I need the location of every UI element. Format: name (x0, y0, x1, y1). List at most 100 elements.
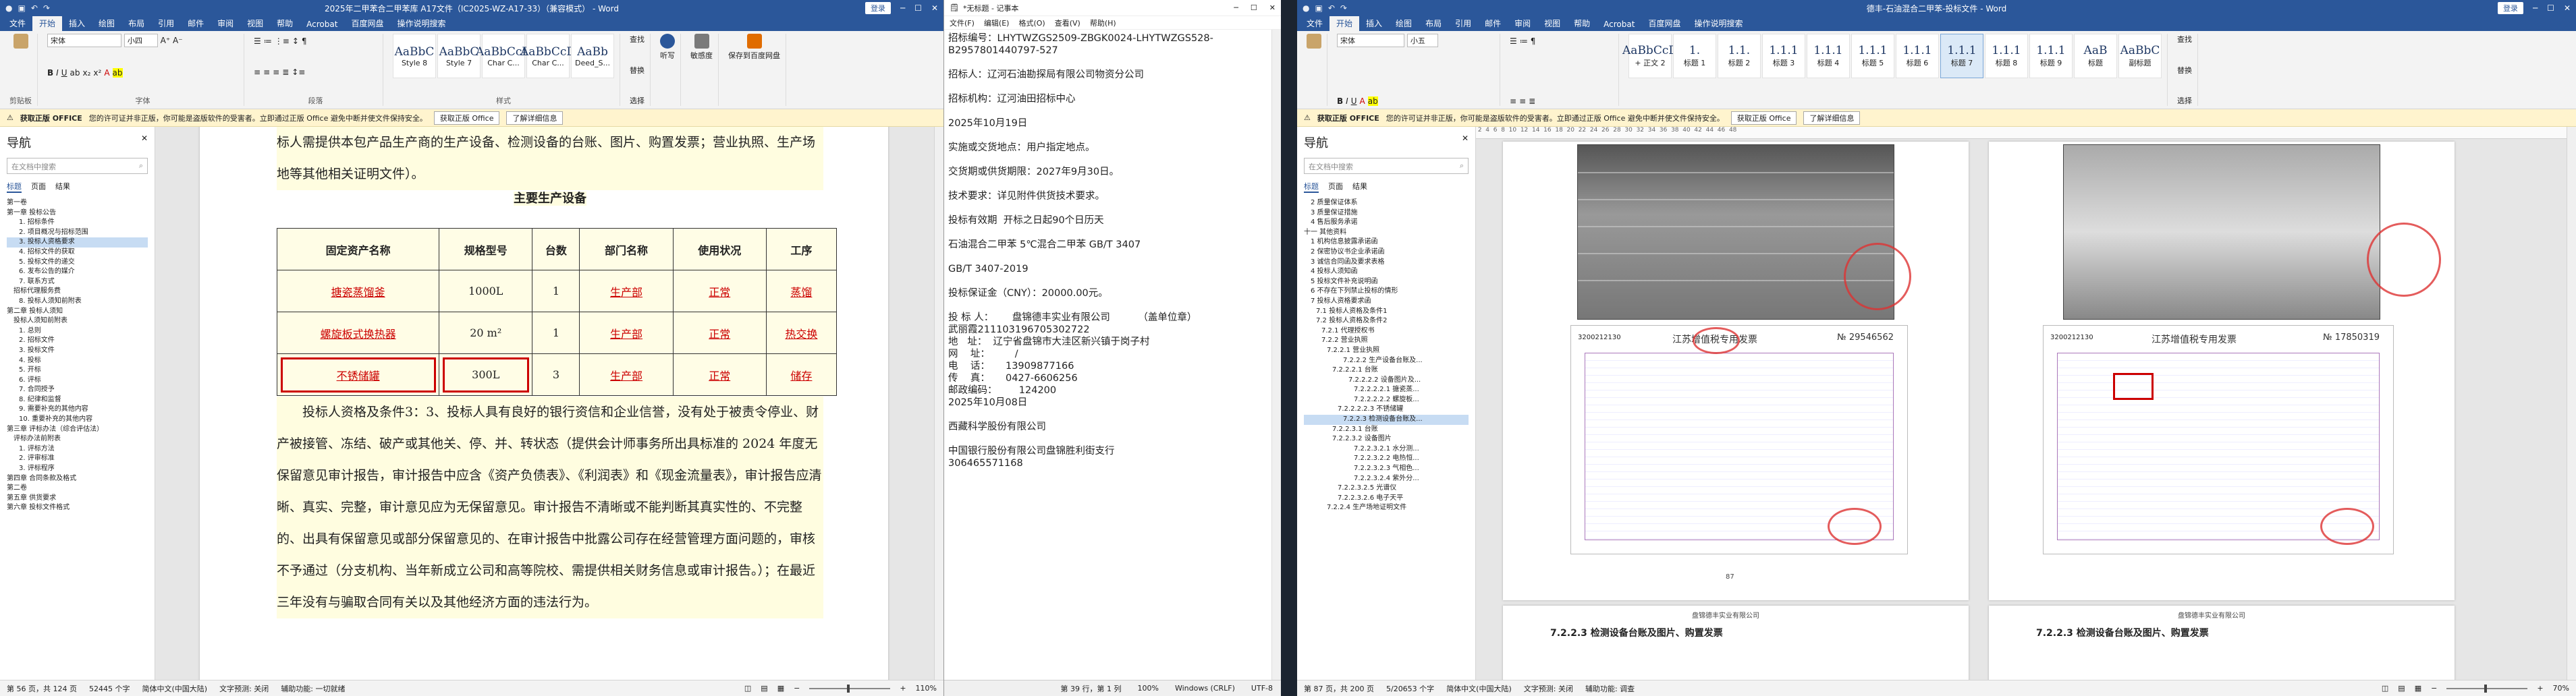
zoom-thumb[interactable] (847, 684, 850, 693)
bold-icon[interactable]: B (1337, 96, 1343, 106)
style-gallery-item[interactable]: 1.1.1 标题 3 (1762, 34, 1805, 78)
tab-1[interactable]: 开始 (1330, 16, 1360, 31)
language[interactable]: 简体中文(中国大陆) (142, 683, 207, 694)
tab-9[interactable]: 帮助 (270, 16, 300, 31)
align-left-icon[interactable]: ≡ (1510, 96, 1516, 106)
nav-heading-item[interactable]: 4. 招标文件的获取 (7, 248, 148, 258)
bullets-icon[interactable]: ☰ (1510, 36, 1517, 46)
style-gallery-item[interactable]: AaBbC Style 8 (393, 34, 436, 78)
maximize-icon[interactable]: ☐ (1251, 3, 1257, 12)
tab-11[interactable]: 百度网盘 (344, 16, 390, 31)
nav-heading-item[interactable]: 7.2.2.2.2.3 不锈储罐 (1304, 405, 1469, 415)
nav-heading-item[interactable]: 5. 开标 (7, 366, 148, 376)
align-left-icon[interactable]: ≡ (254, 67, 261, 77)
nav-heading-item[interactable]: 5. 投标文件的递交 (7, 258, 148, 268)
replace-button[interactable]: 替换 (630, 65, 645, 76)
menu-item-4[interactable]: 帮助(H) (1090, 18, 1116, 28)
zoom-out-icon[interactable]: − (794, 684, 800, 693)
nav-heading-item[interactable]: 第二卷 (7, 484, 148, 494)
word-count[interactable]: 52445 个字 (89, 683, 130, 694)
zoom-out-icon[interactable]: − (2431, 684, 2437, 693)
nav-heading-item[interactable]: 7.2.2.3.2.5 光谱仪 (1304, 484, 1469, 494)
minimize-icon[interactable]: ─ (2533, 3, 2538, 13)
bold-icon[interactable]: B (47, 68, 53, 78)
font-size-box[interactable]: 小五 (1406, 34, 1438, 47)
style-gallery-item[interactable]: AaB 标题 (2074, 34, 2117, 78)
select-button[interactable]: 选择 (630, 95, 645, 106)
nav-heading-item[interactable]: 3 诚信合同函及要求表格 (1304, 258, 1469, 268)
nav-heading-item[interactable]: 4. 投标 (7, 356, 148, 366)
nav-heading-item[interactable]: 9. 需要补充的其他内容 (7, 405, 148, 415)
tab-12[interactable]: 操作说明搜索 (390, 16, 452, 31)
style-gallery-item[interactable]: AaBb Deed_S... (571, 34, 614, 78)
style-gallery-item[interactable]: 1.1.1 标题 7 (1940, 34, 1983, 78)
style-gallery-item[interactable]: 1.1.1 标题 9 (2029, 34, 2073, 78)
dictate-button[interactable]: 听写 (660, 34, 675, 61)
close-icon[interactable]: ✕ (1462, 134, 1469, 151)
tab-5[interactable]: 引用 (1448, 16, 1478, 31)
nav-heading-item[interactable]: 7.2 投标人资格及条件2 (1304, 316, 1469, 326)
save-icon[interactable]: ▣ (18, 3, 25, 13)
nav-heading-item[interactable]: 7.2.2.3 检测设备台账及... (1304, 415, 1469, 425)
nav-heading-item[interactable]: 第六章 投标文件格式 (7, 503, 148, 513)
vertical-scrollbar[interactable] (934, 127, 943, 680)
notepad-text-area[interactable]: 招标编号：LHYTWZGS2509-ZBGK0024-LHYTWZGS528-B… (944, 30, 1271, 680)
tab-10[interactable]: Acrobat (1597, 18, 1641, 31)
nav-heading-item[interactable]: 7.2.2.3.1 台账 (1304, 425, 1469, 435)
tab-5[interactable]: 引用 (151, 16, 181, 31)
tab-0[interactable]: 文件 (3, 16, 32, 31)
highlight-icon[interactable]: ab (1367, 96, 1378, 106)
nav-heading-item[interactable]: 5 投标文件补充说明函 (1304, 277, 1469, 287)
tab-9[interactable]: 帮助 (1567, 16, 1597, 31)
menu-item-1[interactable]: 编辑(E) (984, 18, 1010, 28)
strikethrough-icon[interactable]: ab (70, 68, 80, 78)
nav-heading-item[interactable]: 2 保密协议书企业承诺函 (1304, 248, 1469, 258)
align-center-icon[interactable]: ≡ (1519, 96, 1526, 106)
maximize-icon[interactable]: ☐ (2547, 3, 2554, 13)
nav-heading-item[interactable]: 10. 重要补充的其他内容 (7, 415, 148, 425)
redo-icon[interactable]: ↷ (1340, 3, 1347, 13)
nav-heading-item[interactable]: 3. 评标程序 (7, 464, 148, 474)
nav-heading-item[interactable]: 7 投标人资格要求函 (1304, 297, 1469, 307)
nav-heading-item[interactable]: 7. 联系方式 (7, 277, 148, 287)
nav-heading-item[interactable]: 十一 其他资料 (1304, 228, 1469, 238)
subscript-icon[interactable]: x₂ (82, 68, 90, 78)
maximize-icon[interactable]: ☐ (914, 3, 922, 13)
menu-item-2[interactable]: 格式(O) (1018, 18, 1045, 28)
tab-11[interactable]: 百度网盘 (1641, 16, 1687, 31)
nav-tab-1[interactable]: 页面 (1328, 181, 1343, 193)
zoom-level[interactable]: 70% (2553, 684, 2569, 693)
nav-heading-item[interactable]: 8. 纪律和监督 (7, 395, 148, 405)
learn-more-button[interactable]: 了解详细信息 (1803, 111, 1861, 125)
page-count[interactable]: 第 56 页，共 124 页 (7, 683, 77, 694)
autosave-icon[interactable]: ● (5, 3, 12, 13)
align-right-icon[interactable]: ≡ (273, 67, 279, 77)
pilcrow-icon[interactable]: ¶ (1531, 36, 1536, 46)
vertical-scrollbar[interactable] (1271, 30, 1281, 680)
nav-heading-item[interactable]: 2. 招标文件 (7, 336, 148, 346)
nav-search-input[interactable]: 在文档中搜索 ⌕ (7, 158, 148, 174)
style-gallery-item[interactable]: 1.1.1 标题 6 (1896, 34, 1939, 78)
style-gallery-item[interactable]: AaBbCcD Char C... (520, 34, 576, 78)
shrink-font-icon[interactable]: A⁻ (173, 36, 183, 45)
zoom-slider[interactable] (809, 684, 891, 693)
zoom-in-icon[interactable]: + (900, 684, 906, 693)
nav-heading-item[interactable]: 6 不存在下列禁止投标的情形 (1304, 287, 1469, 297)
style-gallery-item[interactable]: AaBbCcD + 正文 2 (1622, 34, 1678, 78)
sort-icon[interactable]: ↕ (292, 36, 299, 46)
nav-heading-item[interactable]: 7.2.2.3.2.3 气相色... (1304, 464, 1469, 474)
zoom-level[interactable]: 110% (916, 684, 937, 693)
read-mode-icon[interactable]: ▤ (2398, 684, 2405, 693)
nav-heading-item[interactable]: 2. 项目概况与招标范围 (7, 228, 148, 238)
justify-icon[interactable]: ≣ (282, 67, 289, 77)
font-color-icon[interactable]: A (104, 68, 109, 78)
nav-heading-item[interactable]: 7.2.2.3.2.2 电热恒... (1304, 454, 1469, 464)
nav-heading-item[interactable]: 7.2.1 代理授权书 (1304, 326, 1469, 337)
nav-tab-2[interactable]: 结果 (55, 181, 70, 193)
nav-heading-item[interactable]: 7.2.2.3.2.1 水分测... (1304, 444, 1469, 455)
find-button[interactable]: 查找 (630, 34, 645, 45)
style-gallery-item[interactable]: 1. 标题 1 (1673, 34, 1716, 78)
nav-heading-item[interactable]: 2 质量保证体系 (1304, 198, 1469, 208)
paste-button[interactable] (1307, 34, 1321, 49)
redo-icon[interactable]: ↷ (43, 3, 50, 13)
